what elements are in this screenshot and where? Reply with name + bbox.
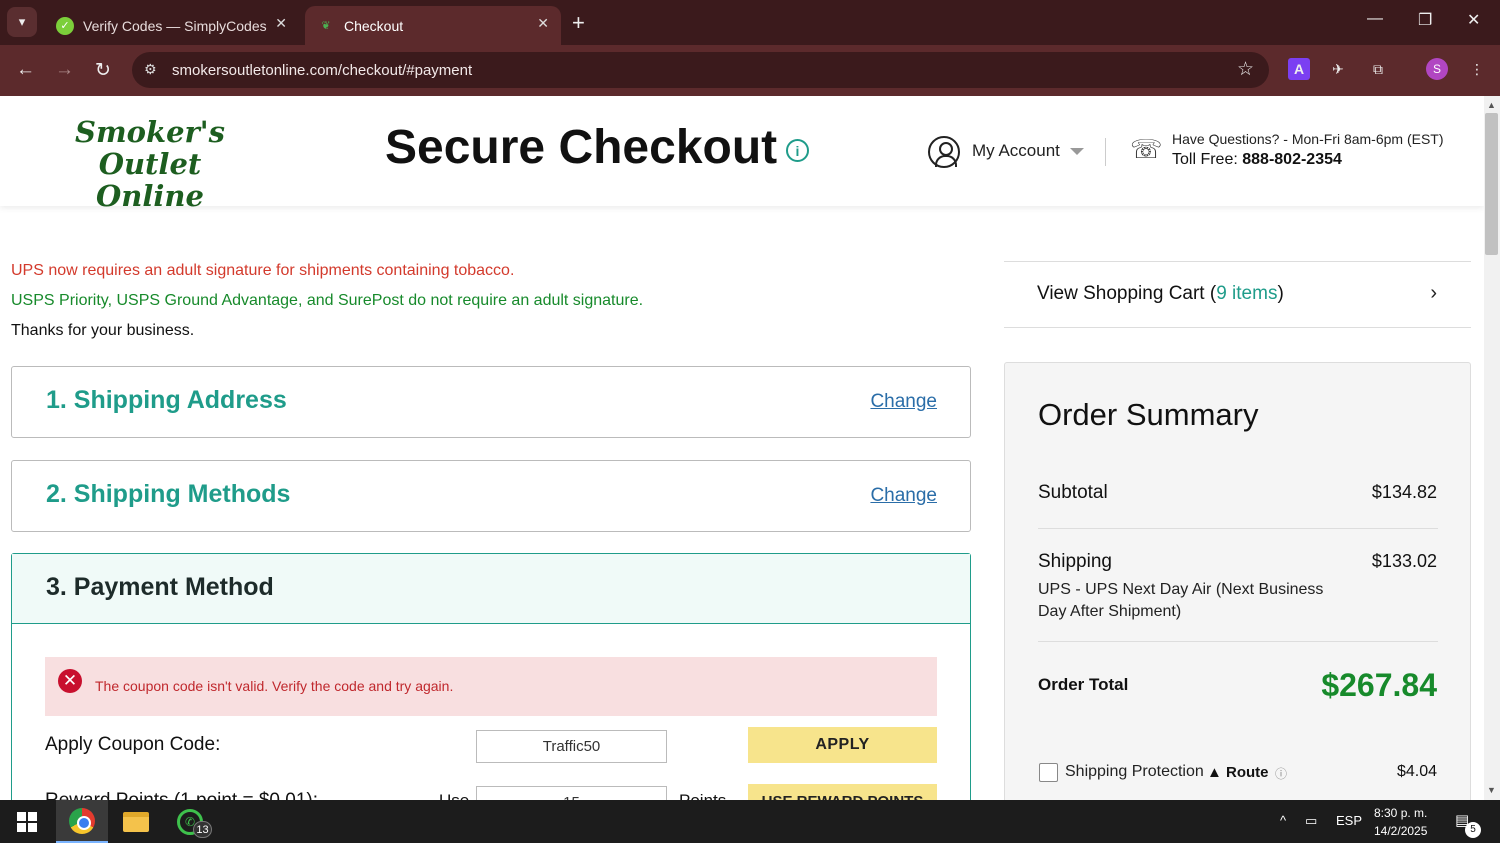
tab-search-dropdown-icon[interactable]: ▾ bbox=[7, 7, 37, 37]
reload-icon[interactable]: ↻ bbox=[95, 59, 111, 82]
info-icon[interactable]: i bbox=[786, 139, 809, 162]
close-tab-icon[interactable]: ✕ bbox=[537, 15, 549, 32]
network-icon[interactable]: ▭ bbox=[1305, 813, 1317, 829]
change-shipping-methods-link[interactable]: Change bbox=[870, 485, 937, 507]
system-clock[interactable]: 8:30 p. m. 14/2/2025 bbox=[1374, 804, 1427, 840]
windows-start-icon[interactable] bbox=[17, 812, 37, 832]
restore-icon[interactable]: ❐ bbox=[1418, 10, 1432, 30]
scroll-down-arrow-icon[interactable]: ▼ bbox=[1487, 785, 1496, 795]
page-title: Secure Checkout bbox=[385, 121, 778, 174]
shipping-protection-label: Shipping Protection bbox=[1065, 763, 1204, 780]
thanks-notice: Thanks for your business. bbox=[11, 322, 195, 339]
leaf-favicon-icon: ❦ bbox=[321, 20, 331, 32]
extensions-puzzle-icon[interactable]: ⧉ bbox=[1367, 58, 1389, 80]
shipping-value: $133.02 bbox=[1371, 551, 1437, 571]
shipping-protection-price: $4.04 bbox=[1396, 763, 1437, 780]
summary-divider bbox=[1038, 641, 1438, 642]
chevron-down-icon[interactable] bbox=[1070, 148, 1084, 155]
usps-notice: USPS Priority, USPS Ground Advantage, an… bbox=[11, 292, 644, 309]
site-settings-icon[interactable]: ⚙ bbox=[144, 61, 157, 78]
file-explorer-icon[interactable] bbox=[110, 800, 162, 843]
order-summary: Order Summary Subtotal $134.82 Shipping … bbox=[1004, 362, 1471, 800]
checkout-page: Smoker's Outlet Online Secure Checkout i… bbox=[0, 96, 1484, 800]
chevron-right-icon: › bbox=[1430, 282, 1437, 304]
toll-free: Toll Free: 888-802-2354 bbox=[1172, 151, 1342, 168]
error-x-icon: ✕ bbox=[58, 669, 82, 693]
windows-taskbar: ✆ bbox=[0, 800, 1500, 843]
new-tab-icon[interactable]: + bbox=[572, 10, 585, 36]
subtotal-value: $134.82 bbox=[1371, 482, 1437, 502]
my-account-menu[interactable]: My Account bbox=[972, 141, 1060, 161]
extension-bird-icon[interactable]: ✈ bbox=[1327, 58, 1349, 80]
whatsapp-badge: 13 bbox=[193, 821, 212, 838]
route-logo: ▲ Route bbox=[1207, 764, 1269, 781]
extension-a-icon[interactable]: A bbox=[1288, 58, 1310, 80]
reward-points-label: Reward Points (1 point = $0.01): bbox=[45, 790, 318, 800]
header-divider bbox=[1105, 138, 1106, 166]
shipping-protection-checkbox[interactable] bbox=[1039, 763, 1058, 782]
cart-item-count: 9 items bbox=[1216, 283, 1278, 304]
step-title: 2. Shipping Methods bbox=[46, 480, 291, 508]
language-indicator[interactable]: ESP bbox=[1336, 813, 1362, 828]
step-title: 3. Payment Method bbox=[46, 573, 274, 601]
simplycodes-favicon-icon: ✓ bbox=[56, 16, 74, 35]
browser-menu-icon[interactable]: ⋮ bbox=[1466, 58, 1488, 80]
scrollbar-thumb[interactable] bbox=[1485, 113, 1498, 255]
notifications-badge: 5 bbox=[1465, 822, 1481, 838]
help-hours: Have Questions? - Mon-Fri 8am-6pm (EST) bbox=[1172, 131, 1444, 147]
order-summary-title: Order Summary bbox=[1038, 397, 1259, 432]
tab-title: Verify Codes — SimplyCodes bbox=[83, 17, 267, 34]
coupon-label: Apply Coupon Code: bbox=[45, 734, 221, 755]
coupon-error-message: The coupon code isn't valid. Verify the … bbox=[95, 678, 454, 694]
chrome-taskbar-icon[interactable] bbox=[56, 800, 108, 843]
ups-signature-notice: UPS now requires an adult signature for … bbox=[11, 262, 515, 279]
subtotal-label: Subtotal bbox=[1038, 482, 1108, 503]
change-shipping-address-link[interactable]: Change bbox=[870, 391, 937, 413]
order-total-value: $267.84 bbox=[1321, 667, 1437, 703]
phone-icon: ☏ bbox=[1130, 134, 1163, 164]
points-label: Points bbox=[679, 791, 726, 800]
url-text: smokersoutletonline.com/checkout/#paymen… bbox=[172, 61, 473, 79]
toll-free-number[interactable]: 888-802-2354 bbox=[1242, 151, 1342, 168]
apply-coupon-button[interactable]: APPLY bbox=[748, 727, 937, 763]
browser-toolbar: ← → ↻ ⚙ smokersoutletonline.com/checkout… bbox=[0, 45, 1500, 96]
coupon-error-alert: ✕ The coupon code isn't valid. Verify th… bbox=[45, 657, 937, 716]
tab-checkout[interactable]: ❦ Checkout ✕ bbox=[305, 6, 561, 45]
scroll-up-arrow-icon[interactable]: ▲ bbox=[1487, 100, 1496, 110]
tab-verify-codes[interactable]: ✓ Verify Codes — SimplyCodes ✕ bbox=[44, 6, 299, 45]
site-header: Smoker's Outlet Online Secure Checkout i… bbox=[0, 96, 1484, 212]
shipping-methods-step: 2. Shipping Methods Change bbox=[11, 460, 971, 532]
summary-divider bbox=[1038, 528, 1438, 529]
shipping-label: Shipping bbox=[1038, 551, 1112, 572]
route-info-icon[interactable]: ⓘ bbox=[1275, 765, 1287, 782]
payment-method-step: 3. Payment Method ✕ The coupon code isn'… bbox=[11, 553, 971, 800]
tab-title: Checkout bbox=[344, 17, 404, 34]
account-icon[interactable] bbox=[928, 136, 960, 168]
forward-icon[interactable]: → bbox=[55, 59, 74, 81]
use-label: Use bbox=[439, 791, 469, 800]
close-tab-icon[interactable]: ✕ bbox=[275, 15, 287, 32]
use-reward-points-button[interactable]: USE REWARD POINTS bbox=[748, 784, 937, 800]
back-icon[interactable]: ← bbox=[16, 59, 35, 81]
order-total-label: Order Total bbox=[1038, 675, 1129, 694]
profile-avatar[interactable]: S bbox=[1426, 58, 1448, 80]
bookmark-star-icon[interactable]: ☆ bbox=[1237, 58, 1254, 81]
step-title: 1. Shipping Address bbox=[46, 386, 287, 414]
coupon-code-input[interactable]: Traffic50 bbox=[476, 730, 667, 763]
shipping-method-description: UPS - UPS Next Day Air (Next Business Da… bbox=[1038, 581, 1324, 620]
site-logo[interactable]: Smoker's Outlet Online bbox=[34, 116, 266, 212]
address-bar[interactable]: ⚙ smokersoutletonline.com/checkout/#paym… bbox=[132, 52, 1269, 88]
reward-points-input[interactable]: 15 bbox=[476, 786, 667, 800]
minimize-icon[interactable]: — bbox=[1367, 10, 1383, 28]
shipping-address-step: 1. Shipping Address Change bbox=[11, 366, 971, 438]
browser-tab-bar: ▾ ✓ Verify Codes — SimplyCodes ✕ ❦ Check… bbox=[0, 0, 1500, 45]
view-shopping-cart-link[interactable]: View Shopping Cart (9 items) › bbox=[1004, 261, 1471, 328]
chevron-up-icon[interactable]: ^ bbox=[1280, 813, 1286, 828]
close-window-icon[interactable]: ✕ bbox=[1467, 10, 1480, 30]
payment-method-header: 3. Payment Method bbox=[12, 554, 970, 624]
